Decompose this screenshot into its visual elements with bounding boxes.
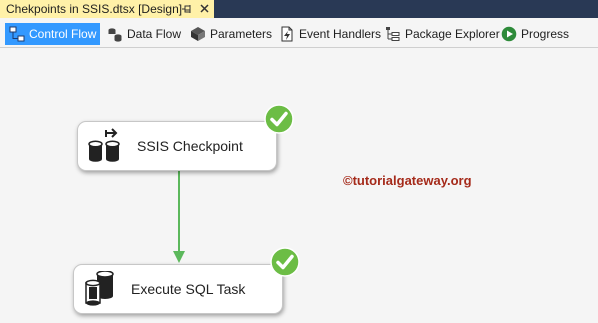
task-ssis-checkpoint-label: SSIS Checkpoint: [137, 138, 243, 154]
data-flow-icon: [108, 28, 122, 42]
designer-tabs-toolbar: Control Flow Data Flow Parameters Event …: [0, 18, 598, 48]
execute-sql-task-icon: [85, 271, 114, 306]
task-ssis-checkpoint[interactable]: SSIS Checkpoint: [77, 121, 277, 171]
event-handlers-icon: [281, 26, 293, 42]
tab-parameters[interactable]: Parameters: [186, 23, 272, 45]
sequence-container-icon: [88, 128, 120, 162]
tab-data-flow-label: Data Flow: [127, 27, 182, 41]
tab-control-flow[interactable]: Control Flow: [5, 23, 100, 45]
document-tab-title: Chekpoints in SSIS.dtsx [Design]: [6, 2, 183, 16]
tab-package-explorer[interactable]: Package Explorer: [381, 23, 500, 45]
tab-progress[interactable]: Progress: [497, 23, 569, 45]
document-tab-strip: Chekpoints in SSIS.dtsx [Design]: [0, 0, 598, 18]
watermark-text: ©tutorialgateway.org: [343, 173, 472, 188]
progress-icon: [501, 26, 517, 42]
package-explorer-icon: [386, 27, 400, 41]
tab-progress-label: Progress: [521, 27, 570, 41]
task-execute-sql-label: Execute SQL Task: [131, 281, 246, 297]
control-flow-canvas[interactable]: SSIS Checkpoint Execute SQL Task ©tutori…: [0, 49, 598, 323]
pin-icon[interactable]: [181, 3, 193, 15]
tab-control-flow-label: Control Flow: [29, 27, 97, 41]
task-execute-sql[interactable]: Execute SQL Task: [73, 264, 283, 314]
parameters-icon: [191, 27, 205, 41]
success-check-icon: [264, 104, 294, 134]
document-tab[interactable]: Chekpoints in SSIS.dtsx [Design]: [0, 0, 214, 18]
tab-package-explorer-label: Package Explorer: [405, 27, 500, 41]
control-flow-icon: [9, 26, 25, 42]
close-icon[interactable]: [199, 3, 210, 14]
precedence-constraint-arrow[interactable]: [170, 169, 190, 265]
tab-event-handlers[interactable]: Event Handlers: [275, 23, 382, 45]
tab-event-handlers-label: Event Handlers: [299, 27, 382, 41]
success-check-icon: [270, 247, 300, 277]
tab-data-flow[interactable]: Data Flow: [103, 23, 183, 45]
tab-parameters-label: Parameters: [210, 27, 273, 41]
